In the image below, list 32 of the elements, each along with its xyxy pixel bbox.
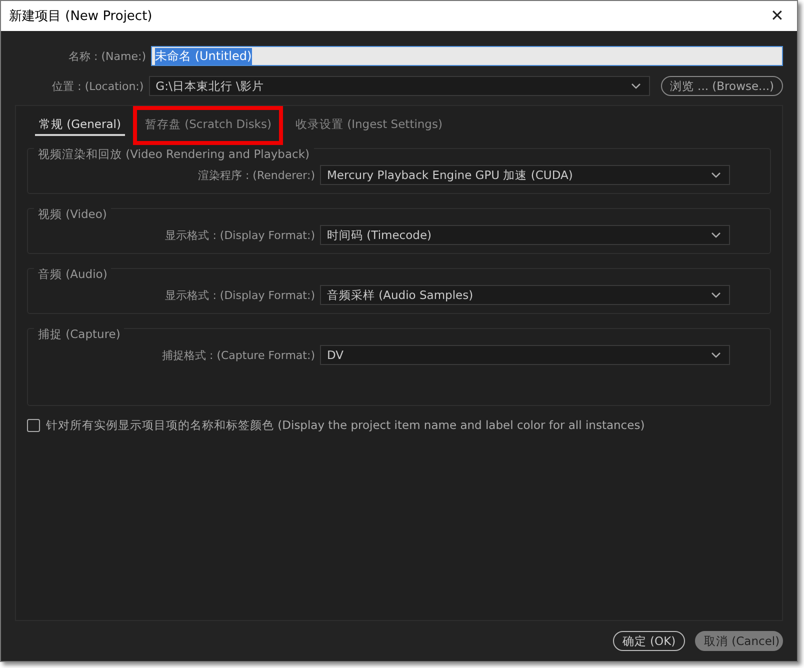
ok-button[interactable]: 确定 (OK) <box>613 631 685 651</box>
chevron-icon <box>711 232 721 238</box>
chevron-icon <box>711 292 721 298</box>
location-dropdown[interactable]: G:\日本東北行 \影片 <box>148 76 650 96</box>
window-title: 新建项目 (New Project) <box>9 8 152 25</box>
chevron-icon <box>630 83 641 89</box>
setting-dropdown[interactable]: Mercury Playback Engine GPU 加速 (CUDA) <box>320 165 730 185</box>
close-button[interactable]: ✕ <box>757 1 797 31</box>
setting-label: 渲染程序 : (Renderer:) <box>198 168 316 182</box>
group-title: 视频 (Video) <box>34 207 111 222</box>
cancel-button[interactable]: 取消 (Cancel) <box>695 631 783 651</box>
tab[interactable]: 暂存盘 (Scratch Disks) <box>140 114 276 136</box>
browse-button[interactable]: 浏览 ... (Browse...) <box>660 76 783 96</box>
setting-dropdown[interactable]: 音频采样 (Audio Samples) <box>320 285 730 305</box>
group-title: 视频渲染和回放 (Video Rendering and Playback) <box>34 147 314 162</box>
chevron-icon <box>711 352 721 358</box>
setting-dropdown[interactable]: 时间码 (Timecode) <box>320 225 730 245</box>
name-label: 名称 : (Name:) <box>68 48 147 64</box>
checkbox-label: 针对所有实例显示项目项的名称和标签颜色 (Display the project item name and label color for all instances) <box>46 418 645 433</box>
name-field[interactable]: 未命名 (Untitled) <box>151 46 783 66</box>
tab[interactable]: 收录设置 (Ingest Settings) <box>291 114 446 136</box>
setting-label: 显示格式 : (Display Format:) <box>165 288 316 302</box>
tab[interactable]: 常规 (General) <box>35 114 125 136</box>
group-title: 音频 (Audio) <box>34 267 112 282</box>
chevron-icon <box>711 172 721 178</box>
setting-label: 显示格式 : (Display Format:) <box>165 228 316 242</box>
name-value: 未命名 (Untitled) <box>155 48 252 64</box>
group-title: 捕捉 (Capture) <box>34 327 124 342</box>
setting-dropdown[interactable]: DV <box>320 345 730 365</box>
location-label: 位置 : (Location:) <box>51 78 145 94</box>
setting-label: 捕捉格式 : (Capture Format:) <box>162 348 316 362</box>
checkbox[interactable] <box>27 419 40 432</box>
